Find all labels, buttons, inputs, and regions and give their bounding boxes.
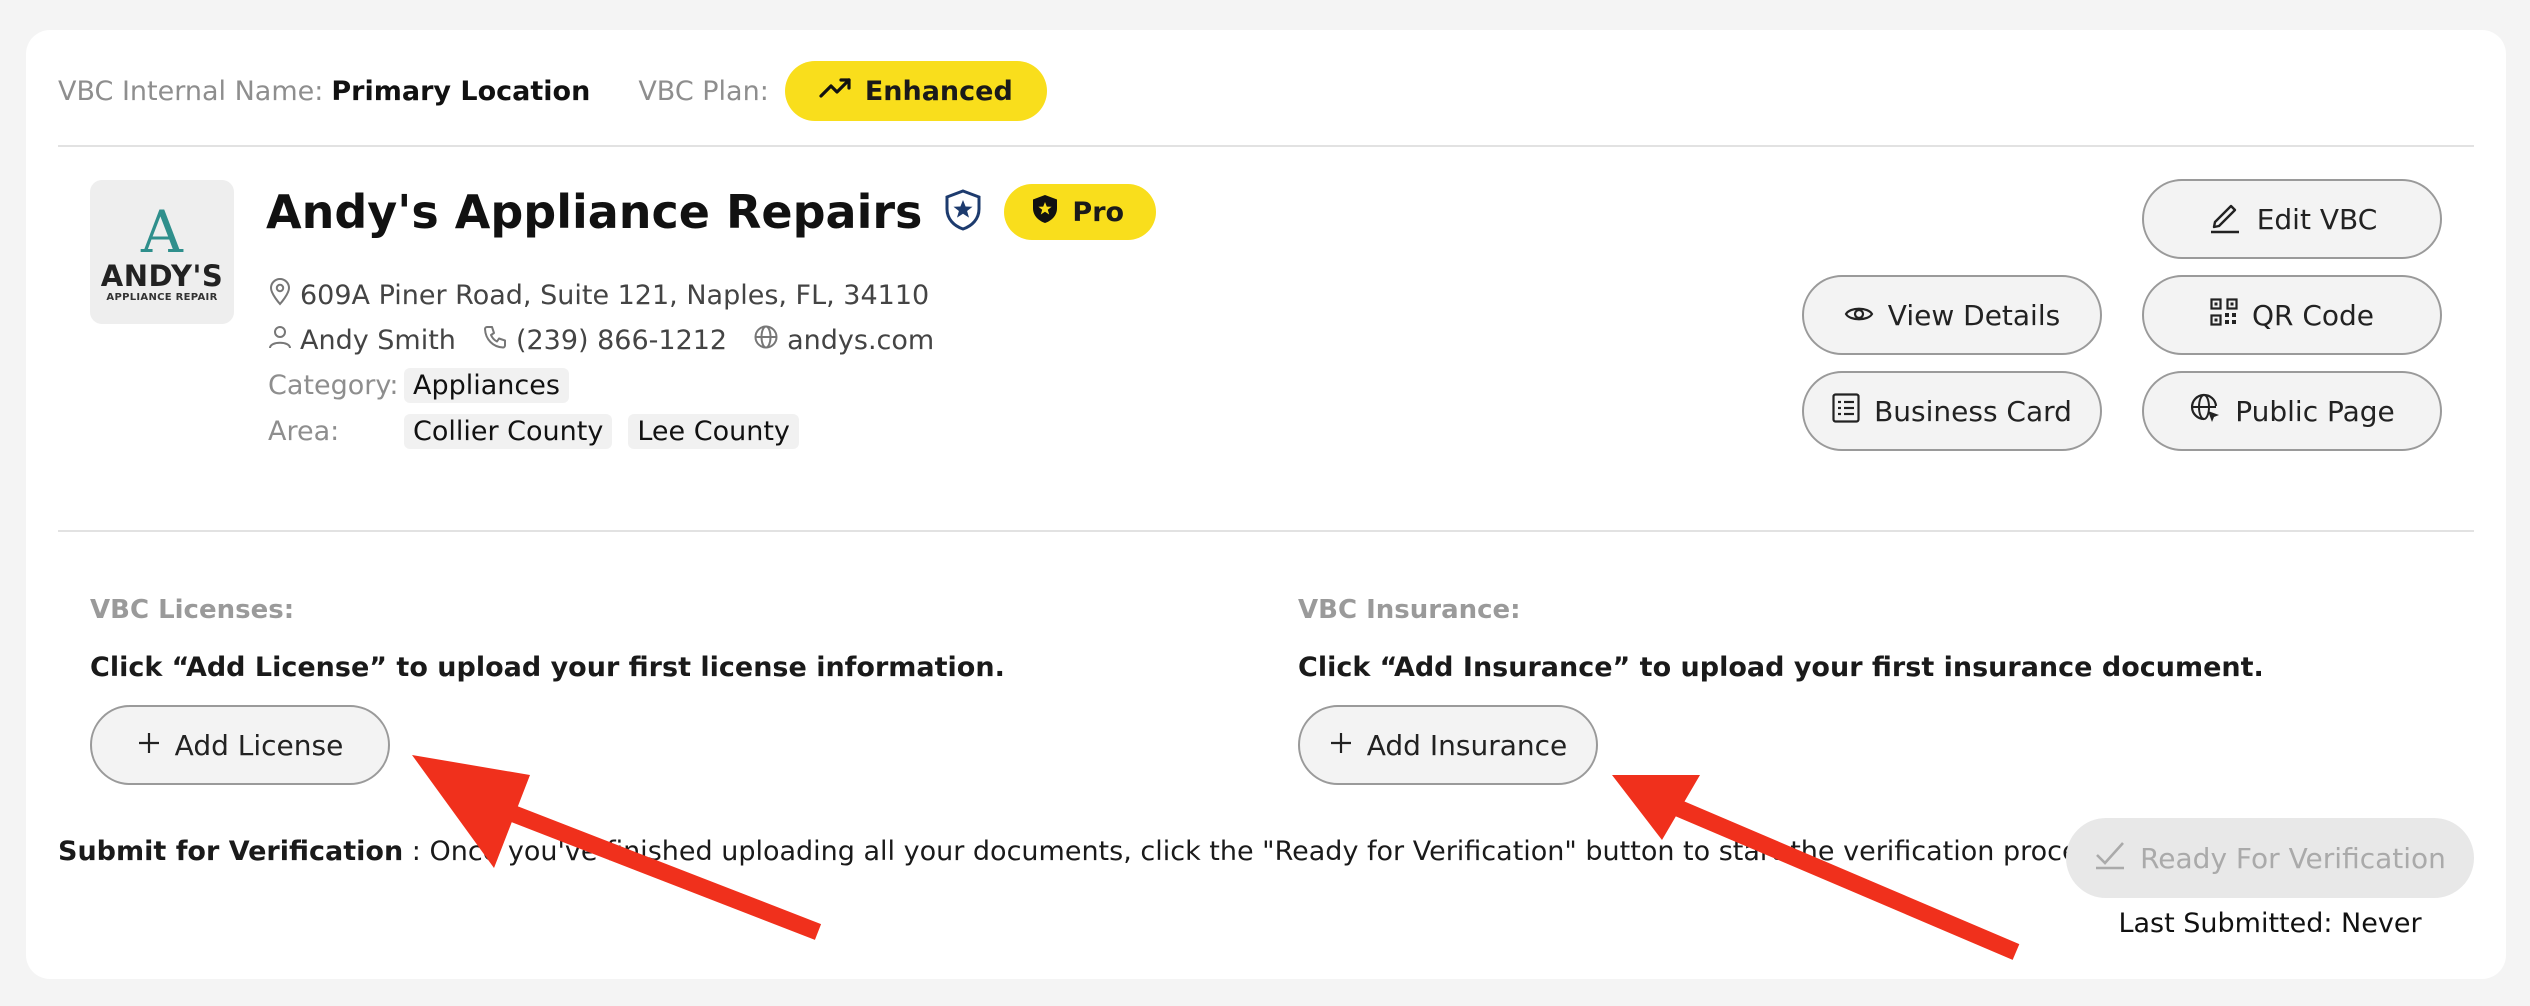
shield-star-icon <box>944 189 982 235</box>
view-details-label: View Details <box>1887 298 2061 332</box>
contact-name: Andy Smith <box>300 325 456 356</box>
pencil-icon <box>2207 198 2243 241</box>
view-details-button[interactable]: View Details <box>1802 275 2102 355</box>
globe-icon <box>753 324 787 357</box>
verification-note: Submit for Verification : Once you've fi… <box>58 836 2115 867</box>
last-submitted: Last Submitted: Never <box>2118 908 2422 939</box>
internal-name-label: VBC Internal Name: <box>58 75 324 107</box>
business-title-row: Andy's Appliance Repairs Pro <box>266 180 1157 244</box>
business-card-label: Business Card <box>1874 394 2072 428</box>
add-insurance-label: Add Insurance <box>1366 728 1568 762</box>
insurance-prompt: Click “Add Insurance” to upload your fir… <box>1298 652 2264 683</box>
verification-text: : Once you've finished uploading all you… <box>411 836 2116 867</box>
licenses-label: VBC Licenses: <box>90 595 295 625</box>
edit-vbc-label: Edit VBC <box>2256 202 2378 236</box>
category-label: Category: <box>268 370 399 401</box>
shield-badge-icon <box>1032 194 1058 231</box>
logo-text-secondary: APPLIANCE REPAIR <box>106 291 218 303</box>
qr-code-label: QR Code <box>2251 298 2375 332</box>
business-logo: A ANDY'S APPLIANCE REPAIR <box>90 180 234 324</box>
address-text: 609A Piner Road, Suite 121, Naples, FL, … <box>300 280 930 311</box>
vbc-header: VBC Internal Name: Primary Location VBC … <box>58 61 1047 121</box>
business-card-button[interactable]: Business Card <box>1802 371 2102 451</box>
location-pin-icon <box>268 278 300 313</box>
qr-code-button[interactable]: QR Code <box>2142 275 2442 355</box>
eye-icon <box>1844 299 1874 332</box>
list-icon <box>1832 392 1860 430</box>
internal-name-value: Primary Location <box>331 75 591 107</box>
licenses-prompt: Click “Add License” to upload your first… <box>90 652 1005 683</box>
ready-for-verification-button[interactable]: Ready For Verification <box>2066 818 2474 898</box>
plus-icon <box>137 729 161 762</box>
logo-mark: A <box>141 198 183 267</box>
pro-badge: Pro <box>1004 184 1157 240</box>
phone-number[interactable]: (239) 866-1212 <box>516 325 727 356</box>
area-chip: Lee County <box>628 414 799 449</box>
plus-icon <box>1329 729 1353 762</box>
divider <box>58 145 2474 147</box>
add-insurance-button[interactable]: Add Insurance <box>1298 705 1598 785</box>
insurance-label: VBC Insurance: <box>1298 595 1521 625</box>
area-row: Area: Collier County Lee County <box>268 414 799 449</box>
qr-icon <box>2210 297 2238 333</box>
globe-cursor-icon <box>2189 392 2221 431</box>
user-icon <box>268 324 300 357</box>
logo-text-primary: ANDY'S <box>100 259 224 294</box>
business-name: Andy's Appliance Repairs <box>266 185 923 239</box>
verification-title: Submit for Verification <box>58 836 404 867</box>
divider <box>58 530 2474 532</box>
check-icon <box>2094 840 2126 877</box>
phone-icon <box>482 324 516 357</box>
add-license-button[interactable]: Add License <box>90 705 390 785</box>
public-page-button[interactable]: Public Page <box>2142 371 2442 451</box>
edit-vbc-button[interactable]: Edit VBC <box>2142 179 2442 259</box>
area-chip: Collier County <box>404 414 613 449</box>
category-row: Category: Appliances <box>268 368 569 403</box>
plan-label: VBC Plan: <box>638 75 769 107</box>
public-page-label: Public Page <box>2235 394 2395 428</box>
website-link[interactable]: andys.com <box>787 325 934 356</box>
plan-value: Enhanced <box>864 75 1013 107</box>
address-row: 609A Piner Road, Suite 121, Naples, FL, … <box>268 278 929 313</box>
add-license-label: Add License <box>174 728 344 762</box>
category-chip: Appliances <box>404 368 569 403</box>
pro-badge-label: Pro <box>1072 196 1125 228</box>
plan-badge: Enhanced <box>784 61 1047 121</box>
area-label: Area: <box>268 416 340 447</box>
ready-for-verification-label: Ready For Verification <box>2140 841 2446 875</box>
trend-up-icon <box>819 76 853 107</box>
contact-row: Andy Smith (239) 866-1212 andys.com <box>268 324 934 357</box>
